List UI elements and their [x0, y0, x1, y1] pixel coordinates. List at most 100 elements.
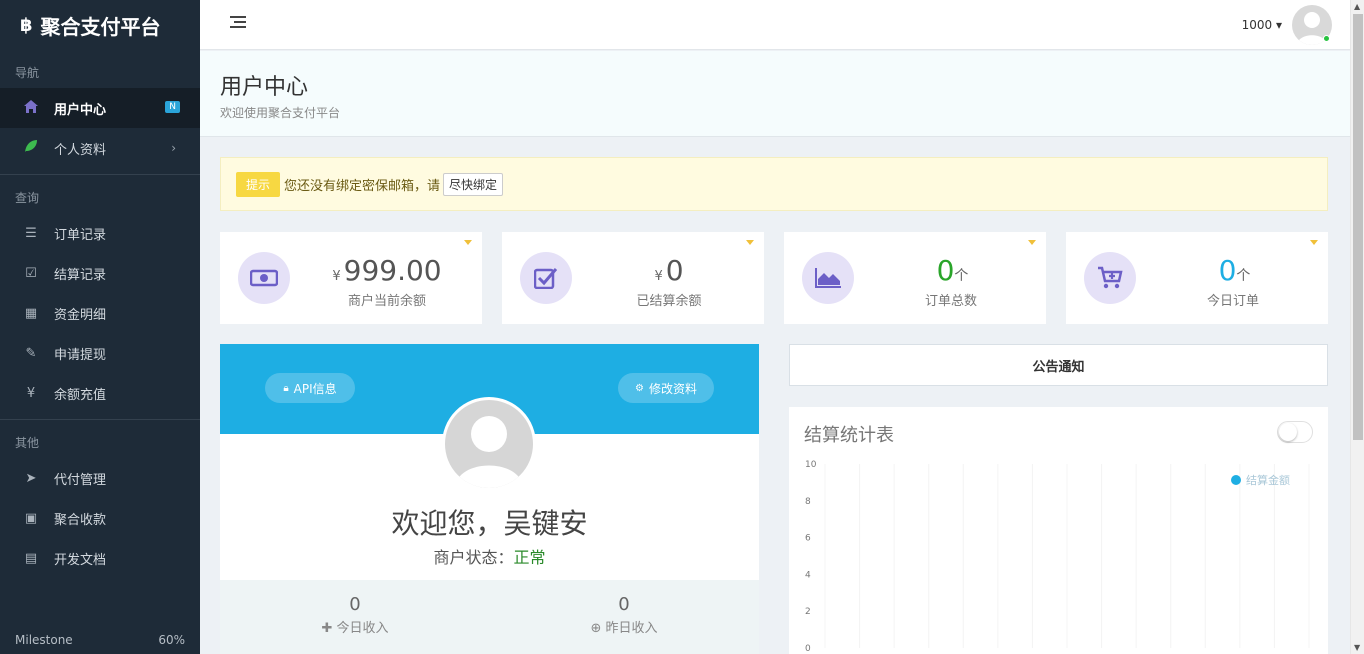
topbar: 1000 ▾: [200, 0, 1350, 50]
sidebar-item-label: 代付管理: [54, 472, 107, 488]
caret-down-icon: ▾: [1275, 18, 1282, 32]
stat-card-balance: ¥999.00 商户当前余额: [220, 232, 482, 324]
new-badge: N: [165, 101, 180, 113]
milestone-value: 60%: [158, 633, 185, 647]
income-label: ⊕ 昨日收入: [590, 621, 658, 636]
username: 1000: [1241, 18, 1273, 32]
sidebar-item-user-center[interactable]: 用户中心 N: [0, 88, 200, 128]
sidebar-item-docs[interactable]: ▤ 开发文档: [0, 538, 200, 578]
brand-name: 聚合支付平台: [40, 14, 161, 39]
page-subtitle: 欢迎使用聚合支付平台: [220, 106, 341, 120]
yen-icon: ¥: [26, 385, 36, 401]
scroll-thumb[interactable]: [1353, 14, 1363, 440]
y-tick-label: 8: [805, 497, 811, 507]
sidebar-item-label: 余额充值: [54, 387, 107, 403]
profile-avatar: [442, 397, 536, 491]
sidebar-item-label: 资金明细: [54, 307, 107, 323]
sidebar-item-label: 聚合收款: [54, 512, 107, 528]
stat-label: 订单总数: [924, 294, 977, 309]
area-chart-icon: [802, 252, 854, 304]
settlement-chart: 0 2 4 6 8 10 结算金额: [805, 460, 1310, 654]
bitcoin-icon: ฿: [20, 14, 33, 36]
stat-label: 已结算余额: [636, 294, 702, 309]
user-menu[interactable]: 1000 ▾: [1242, 18, 1282, 32]
welcome-text: 欢迎您，吴键安: [391, 507, 588, 540]
sidebar-item-settlements[interactable]: ☑ 结算记录: [0, 253, 200, 293]
corner-caret-icon[interactable]: [464, 240, 472, 245]
alert-text: 您还没有绑定密保邮箱，请: [284, 178, 441, 194]
divider: [0, 419, 200, 420]
stat-value: ¥999.00: [332, 254, 442, 287]
chart-toggle[interactable]: [1277, 421, 1313, 443]
checkbox-icon: [520, 252, 572, 304]
sidebar-item-label: 订单记录: [54, 227, 107, 243]
plus-icon: ✚: [321, 621, 337, 636]
sidebar-item-withdraw[interactable]: ✎ 申请提现: [0, 333, 200, 373]
sidebar-item-label: 结算记录: [54, 267, 107, 283]
stat-value: 0个: [1218, 254, 1251, 287]
sidebar-item-orders[interactable]: ☰ 订单记录: [0, 213, 200, 253]
stat-label: 商户当前余额: [347, 294, 426, 309]
y-tick-label: 10: [805, 460, 817, 470]
sidebar: ฿ 聚合支付平台 导航 用户中心 N 个人资料 › 查询 ☰ 订单记录 ☑ 结算…: [0, 0, 200, 654]
income-label: ✚ 今日收入: [321, 621, 389, 636]
status-label: 商户状态：: [433, 548, 514, 567]
bind-email-button[interactable]: 尽快绑定: [443, 172, 504, 196]
income-today: 0 ✚ 今日收入: [255, 594, 455, 636]
check-square-icon: ☑: [25, 265, 37, 281]
gear-icon: ⚙: [635, 382, 644, 394]
scroll-down-icon[interactable]: ▼: [1354, 643, 1360, 652]
stat-label: 今日订单: [1206, 294, 1259, 309]
online-status-dot: [1323, 35, 1330, 42]
status-value: 正常: [513, 548, 546, 567]
edit-profile-button[interactable]: ⚙ 修改资料: [618, 373, 714, 403]
chevron-right-icon: ›: [171, 141, 176, 155]
sidebar-item-recharge[interactable]: ¥ 余额充值: [0, 373, 200, 413]
api-info-button[interactable]: 🔒︎ API信息: [265, 373, 355, 403]
divider: [0, 174, 200, 175]
nav-heading: 其他: [15, 436, 40, 450]
milestone: Milestone 60%: [0, 626, 200, 654]
api-info-label: API信息: [293, 381, 337, 396]
cart-plus-icon: [1084, 252, 1136, 304]
stat-card-today-orders: 0个 今日订单: [1066, 232, 1328, 324]
stat-card-orders: 0个 订单总数: [784, 232, 1046, 324]
chart-title: 结算统计表: [804, 425, 894, 446]
brand[interactable]: ฿ 聚合支付平台: [0, 0, 200, 50]
sidebar-item-collect[interactable]: ▣ 聚合收款: [0, 498, 200, 538]
notice-panel[interactable]: 公告通知: [789, 344, 1328, 386]
list-icon: ☰: [25, 225, 37, 241]
income-value: 0: [349, 594, 361, 615]
leaf-icon: [22, 139, 40, 157]
notice-title: 公告通知: [1032, 359, 1085, 375]
menu-toggle-icon[interactable]: [230, 16, 246, 30]
scroll-up-icon[interactable]: ▲: [1354, 2, 1360, 11]
y-tick-label: 4: [805, 570, 811, 580]
sidebar-item-funds[interactable]: ▦ 资金明细: [0, 293, 200, 333]
stat-card-settled: ¥0 已结算余额: [502, 232, 764, 324]
scrollbar[interactable]: ▲ ▼: [1350, 0, 1364, 654]
send-icon: ➤: [25, 470, 37, 486]
book-icon: ▤: [24, 550, 38, 566]
alert-tag: 提示: [236, 171, 281, 197]
sidebar-item-label: 用户中心: [54, 102, 107, 118]
income-value: 0: [618, 594, 630, 615]
merchant-status: 商户状态：正常: [220, 544, 759, 568]
corner-caret-icon[interactable]: [746, 240, 754, 245]
corner-caret-icon[interactable]: [1028, 240, 1036, 245]
profile-card: 🔒︎ API信息 ⚙ 修改资料 欢迎您，吴键安 商户状态：正常 0 ✚ 今日收入…: [220, 344, 759, 654]
sidebar-item-payout[interactable]: ➤ 代付管理: [0, 458, 200, 498]
corner-caret-icon[interactable]: [1310, 240, 1318, 245]
stat-value: ¥0: [654, 254, 684, 287]
nav-heading: 导航: [15, 66, 40, 80]
sidebar-item-label: 开发文档: [54, 552, 107, 568]
settlement-chart-card: 结算统计表 0 2 4 6 8 10 结算金额: [789, 407, 1328, 654]
page-header: 用户中心 欢迎使用聚合支付平台: [200, 51, 1350, 137]
milestone-label: Milestone: [15, 633, 73, 647]
page-title: 用户中心: [220, 75, 309, 100]
sidebar-item-label: 申请提现: [54, 347, 107, 363]
home-icon: [22, 99, 40, 117]
edit-profile-label: 修改资料: [648, 381, 697, 396]
sidebar-item-profile[interactable]: 个人资料 ›: [0, 128, 200, 168]
qrcode-icon: ▣: [24, 510, 38, 526]
